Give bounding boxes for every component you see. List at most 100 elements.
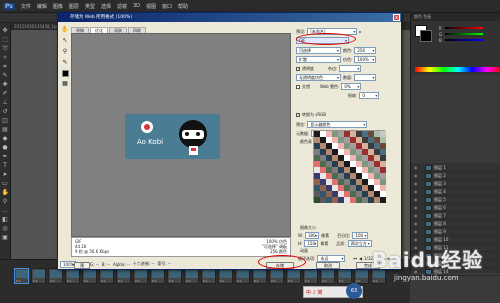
menu-item-3d[interactable]: 3D bbox=[133, 3, 140, 9]
zoom-tool-icon[interactable]: ⚲ bbox=[2, 198, 9, 205]
menu-item-select[interactable]: 选择 bbox=[101, 3, 111, 10]
frame-delay[interactable]: 0.1 bbox=[84, 279, 89, 283]
menu-item-help[interactable]: 帮助 bbox=[178, 3, 188, 10]
colors-select[interactable]: 256 bbox=[354, 47, 377, 54]
frame-delay[interactable]: 0.1 bbox=[220, 279, 225, 283]
frame-delay[interactable]: 0.1 bbox=[101, 279, 106, 283]
frame-delay[interactable]: 0.1 bbox=[356, 279, 361, 283]
dither-algorithm-select[interactable]: 扩散 bbox=[296, 56, 341, 63]
timeline-frame[interactable]: 0.1 bbox=[235, 268, 250, 284]
color-swatches-icon[interactable]: ◧ bbox=[2, 216, 9, 223]
frame-delay[interactable]: 0.1 bbox=[339, 279, 344, 283]
format-select[interactable]: GIF bbox=[296, 37, 349, 44]
transparency-checkbox[interactable] bbox=[296, 66, 300, 71]
color-spectrum-ramp[interactable] bbox=[415, 67, 500, 72]
type-tool-icon[interactable]: T bbox=[2, 162, 9, 169]
transparency-amount-field[interactable] bbox=[354, 74, 377, 81]
timeline-frame[interactable]: 0.1 bbox=[201, 268, 216, 284]
eraser-tool-icon[interactable]: ◫ bbox=[2, 117, 9, 124]
menu-item-view[interactable]: 视图 bbox=[146, 3, 156, 10]
image-preview-area[interactable]: Ao Kobi bbox=[71, 33, 291, 237]
frame-delay[interactable]: 0.1 bbox=[186, 279, 191, 283]
timeline-frame[interactable]: 0.1 bbox=[286, 268, 301, 284]
close-button[interactable]: x bbox=[393, 14, 400, 21]
history-brush-icon[interactable]: ↺ bbox=[2, 108, 9, 115]
lasso-tool-icon[interactable]: ➰ bbox=[2, 45, 9, 52]
frame-delay[interactable]: 0.1 bbox=[288, 279, 293, 283]
path-select-icon[interactable]: ➤ bbox=[2, 171, 9, 178]
frame-delay[interactable]: 0.1 bbox=[322, 279, 327, 283]
frame-delay[interactable]: 0.1 bbox=[135, 279, 140, 283]
dialog-titlebar[interactable]: 存储为 Web 所用格式 (100%) x bbox=[58, 13, 401, 22]
magic-wand-icon[interactable]: ✧ bbox=[2, 54, 9, 61]
timeline-frame[interactable]: 0.1 bbox=[337, 268, 352, 284]
menu-item-type[interactable]: 类型 bbox=[85, 3, 95, 10]
web-snap-field[interactable]: 0% bbox=[341, 83, 362, 90]
preview-in-browser-button[interactable]: 预览... bbox=[74, 262, 90, 274]
save-button[interactable]: 存储 bbox=[266, 262, 294, 269]
timeline-frame[interactable]: 0.1 bbox=[218, 268, 233, 284]
timeline-frame[interactable]: 0.1 bbox=[14, 268, 29, 284]
timeline-frame[interactable]: 0.1 bbox=[303, 268, 318, 284]
width-field[interactable]: 300 bbox=[305, 232, 320, 239]
timeline-frame[interactable]: 0.1 bbox=[31, 268, 46, 284]
preset-select[interactable]: [未命名] bbox=[307, 28, 358, 35]
preset-menu-icon[interactable]: ▸ bbox=[359, 29, 361, 34]
color-table-swatch[interactable] bbox=[380, 197, 386, 203]
frame-delay[interactable]: 0.1 bbox=[118, 279, 123, 283]
frame-delay[interactable]: 0.1 bbox=[50, 279, 55, 283]
layer-row[interactable]: ◉ 图层 2 bbox=[411, 172, 500, 180]
quick-mask-icon[interactable]: ◎ bbox=[2, 225, 9, 232]
frame-delay[interactable]: 0.1 bbox=[16, 279, 21, 283]
color-table-grid[interactable] bbox=[313, 130, 386, 203]
dodge-tool-icon[interactable]: ● bbox=[2, 144, 9, 151]
layer-row[interactable]: ◉ 图层 7 bbox=[411, 212, 500, 220]
cancel-button[interactable]: 取消 bbox=[316, 262, 340, 269]
move-tool-icon[interactable]: ✥ bbox=[2, 27, 9, 34]
layer-row[interactable]: ◉ 图层 9 bbox=[411, 228, 500, 236]
eyedropper-icon[interactable]: ✎ bbox=[61, 59, 69, 67]
frame-delay[interactable]: 0.1 bbox=[152, 279, 157, 283]
marquee-tool-icon[interactable]: ⬚ bbox=[2, 36, 9, 43]
menu-item-edit[interactable]: 编辑 bbox=[37, 3, 47, 10]
shape-tool-icon[interactable]: ▭ bbox=[2, 180, 9, 187]
eyedropper-color-swatch[interactable] bbox=[61, 70, 69, 77]
frame-delay[interactable]: 0.1 bbox=[67, 279, 72, 283]
timeline-frame[interactable]: 0.1 bbox=[99, 268, 114, 284]
timeline-frame[interactable]: 0.1 bbox=[184, 268, 199, 284]
notification-bubble[interactable]: 63 bbox=[346, 283, 362, 299]
brush-tool-icon[interactable]: ✐ bbox=[2, 90, 9, 97]
frame-delay[interactable]: 0.1 bbox=[33, 279, 38, 283]
interlaced-checkbox[interactable] bbox=[296, 84, 300, 89]
height-field[interactable]: 150 bbox=[304, 240, 319, 247]
layer-row[interactable]: ◉ 图层 8 bbox=[411, 220, 500, 228]
matte-select[interactable] bbox=[339, 65, 362, 72]
screen-mode-icon[interactable]: ▣ bbox=[2, 234, 9, 241]
pen-tool-icon[interactable]: ✒ bbox=[2, 153, 9, 160]
hand-tool-icon[interactable]: ✋ bbox=[61, 26, 69, 34]
zoom-tool-icon[interactable]: ⚲ bbox=[61, 48, 69, 56]
transparency-dither-select[interactable]: 无透明度仿色 bbox=[296, 74, 341, 81]
frame-delay[interactable]: 0.1 bbox=[203, 279, 208, 283]
timeline-frame[interactable]: 0.1 bbox=[269, 268, 284, 284]
layer-row[interactable]: ◉ 图层 4 bbox=[411, 188, 500, 196]
menu-item-file[interactable]: 文件 bbox=[21, 3, 31, 10]
blur-tool-icon[interactable]: ◆ bbox=[2, 135, 9, 142]
convert-srgb-checkbox[interactable] bbox=[296, 112, 300, 117]
gradient-tool-icon[interactable]: ▤ bbox=[2, 126, 9, 133]
preview-mode-select[interactable]: 显示器颜色 bbox=[307, 121, 368, 128]
frame-delay[interactable]: 0.1 bbox=[271, 279, 276, 283]
layer-row[interactable]: ◉ 图层 1 bbox=[411, 164, 500, 172]
menu-item-filter[interactable]: 滤镜 bbox=[117, 3, 127, 10]
more-tools-icon[interactable]: … bbox=[2, 207, 9, 214]
frame-delay[interactable]: 0.1 bbox=[305, 279, 310, 283]
layer-row[interactable]: ◉ 图层 3 bbox=[411, 180, 500, 188]
frame-delay[interactable]: 0.1 bbox=[169, 279, 174, 283]
lossy-field[interactable]: 0 bbox=[359, 92, 380, 99]
timeline-frame[interactable]: 0.1 bbox=[167, 268, 182, 284]
hand-tool-icon[interactable]: ✋ bbox=[2, 189, 9, 196]
menu-item-window[interactable]: 窗口 bbox=[162, 3, 172, 10]
toggle-slices-icon[interactable]: ▦ bbox=[61, 80, 69, 88]
timeline-frame[interactable]: 0.1 bbox=[252, 268, 267, 284]
slice-select-icon[interactable]: ↖ bbox=[61, 37, 69, 45]
